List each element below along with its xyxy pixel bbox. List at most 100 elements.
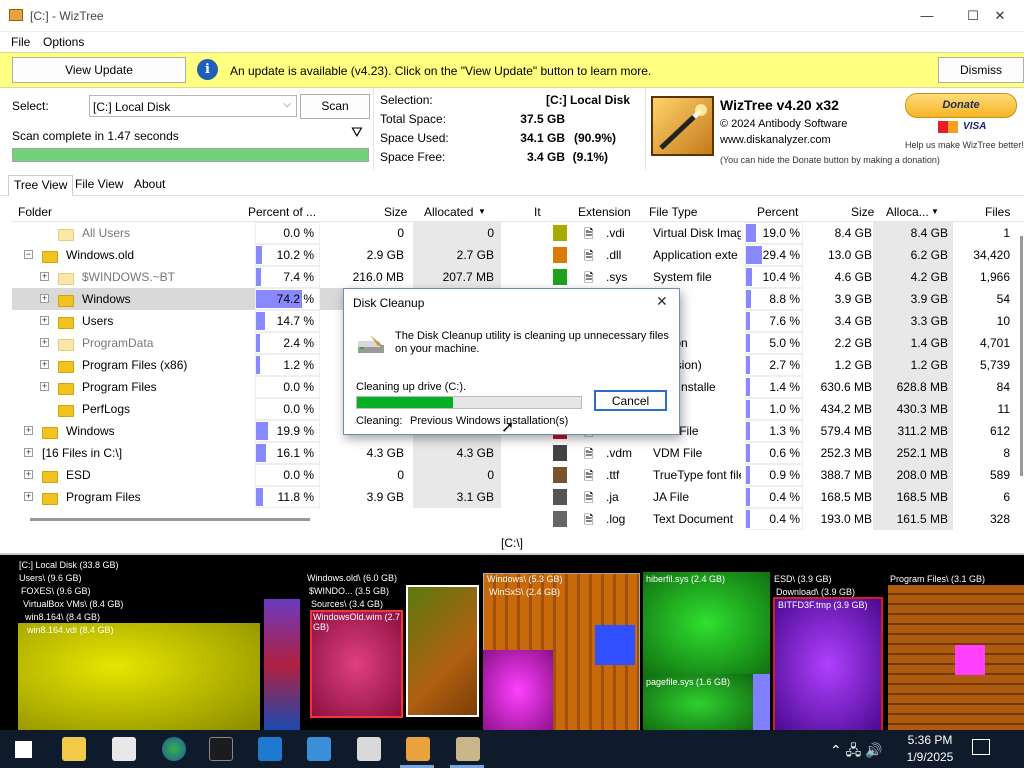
extension-row[interactable]: 🗎 .ttf TrueType font file 0.9 % 388.7 MB 208.… (548, 464, 1018, 486)
extension-vertical-scrollbar[interactable] (1018, 224, 1024, 524)
terminal-icon[interactable] (209, 737, 233, 761)
expand-toggle[interactable]: + (40, 272, 49, 281)
treemap[interactable]: [C:] Local Disk (33.8 GB) Users\ (9.6 GB… (0, 553, 1024, 730)
disk-select[interactable]: [C:] Local Disk ⌵ (89, 95, 297, 117)
extension-name: .vdi (606, 226, 625, 240)
tree-row[interactable]: − Windows.old 10.2 % 2.9 GB 2.7 GB (12, 244, 547, 266)
browser-icon[interactable] (162, 737, 186, 761)
extension-row[interactable]: 🗎 .dll Application exte 29.4 % 13.0 GB 6.2 GB… (548, 244, 1018, 266)
treemap-label: WindowsOld.wim (2.7 GB) (313, 612, 401, 632)
virtualbox-icon[interactable] (258, 737, 282, 761)
column-header-size[interactable]: Size (384, 205, 407, 219)
column-header-percent[interactable]: Percent of ... (248, 205, 316, 219)
selection-value: [C:] Local Disk (545, 93, 630, 107)
extension-row[interactable]: 🗎 .log Text Document 0.4 % 193.0 MB 161.5 MB 3… (548, 508, 1018, 530)
treemap-block[interactable] (753, 674, 770, 730)
donate-help-text: Help us make WizTree better! (905, 140, 1024, 150)
tab-file-view[interactable]: File View (70, 175, 128, 196)
tree-row[interactable]: + $WINDOWS.~BT 7.4 % 216.0 MB 207.7 MB (12, 266, 547, 288)
app-icon[interactable] (307, 737, 331, 761)
expand-toggle[interactable]: + (40, 338, 49, 347)
treemap-block[interactable] (264, 599, 300, 730)
column-header-allocated[interactable]: Allocated (424, 205, 473, 219)
disk-cleanup-taskbar-icon[interactable] (456, 737, 480, 761)
expand-toggle[interactable]: + (24, 492, 33, 501)
cleaning-drive-text: Cleaning up drive (C:). (356, 381, 467, 393)
tree-row[interactable]: + ESD 0.0 % 0 0 (12, 464, 547, 486)
file-explorer-icon[interactable] (62, 737, 86, 761)
expand-toggle[interactable]: + (40, 382, 49, 391)
close-button[interactable]: ✕ (976, 0, 1024, 32)
mail-icon[interactable] (112, 737, 136, 761)
file-type-name: TrueType font file (653, 468, 741, 482)
view-update-button[interactable]: View Update (12, 57, 186, 83)
percent-value: 5.0 % (769, 336, 800, 350)
expand-toggle[interactable]: + (24, 448, 33, 457)
notifications-icon[interactable] (972, 739, 990, 755)
treemap-block-vdi[interactable] (18, 623, 260, 730)
percent-value: 8.8 % (769, 292, 800, 306)
clock-date[interactable]: 1/9/2025 (905, 750, 955, 764)
donate-button[interactable]: Donate (905, 93, 1017, 118)
start-button[interactable] (15, 741, 32, 758)
column-header-folder[interactable]: Folder (18, 205, 52, 219)
extension-row[interactable]: 🗎 .ja JA File 0.4 % 168.5 MB 168.5 MB 6 (548, 486, 1018, 508)
treemap-block-hiberfil[interactable] (643, 572, 770, 674)
percent-value: 1.4 % (769, 380, 800, 394)
expand-toggle[interactable]: − (24, 250, 33, 259)
treemap-label: ESD\ (3.9 GB) (774, 574, 832, 584)
wiztree-taskbar-icon[interactable] (406, 737, 430, 761)
expand-toggle[interactable]: + (24, 426, 33, 435)
folder-icon (58, 359, 74, 373)
expand-toggle[interactable]: + (40, 294, 49, 303)
folder-name: ESD (66, 468, 91, 482)
tree-row[interactable]: + [16 Files in C:\] 16.1 % 4.3 GB 4.3 GB (12, 442, 547, 464)
menu-options[interactable]: Options (43, 35, 84, 49)
menu-file[interactable]: File (11, 35, 30, 49)
treemap-block-tmp[interactable] (773, 597, 883, 730)
column-header-size[interactable]: Size (851, 205, 874, 219)
title-bar: [C:] - WizTree — ☐ ✕ (0, 0, 1024, 32)
color-swatch (553, 511, 567, 527)
mouse-cursor-icon: ➚ (501, 419, 515, 436)
tree-horizontal-scrollbar[interactable] (18, 514, 518, 526)
treemap-label: VirtualBox VMs\ (8.4 GB) (23, 599, 124, 609)
dismiss-button[interactable]: Dismiss (938, 57, 1024, 83)
expand-toggle[interactable]: + (24, 470, 33, 479)
system-tray-icons[interactable]: ⌃ 🖧 🔊 (830, 740, 883, 764)
tree-row[interactable]: + Program Files 11.8 % 3.9 GB 3.1 GB (12, 486, 547, 508)
space-free-label: Space Free: (380, 150, 446, 164)
tab-tree-view[interactable]: Tree View (8, 175, 74, 196)
treemap-block[interactable] (955, 645, 985, 675)
expand-toggle[interactable]: + (40, 316, 49, 325)
space-free-value: 3.4 GB (526, 150, 565, 164)
filter-icon[interactable]: ⛛ (351, 124, 363, 141)
column-header-extension[interactable]: Extension (578, 205, 631, 219)
column-header-percent[interactable]: Percent (757, 205, 798, 219)
disk-icon[interactable] (357, 737, 381, 761)
column-header-file-type[interactable]: File Type (649, 205, 697, 219)
wiztree-logo (651, 96, 714, 156)
tab-about[interactable]: About (129, 175, 170, 196)
color-swatch (553, 489, 567, 505)
expand-toggle[interactable]: + (40, 360, 49, 369)
cleanup-progress-fill (357, 397, 454, 408)
disk-cleanup-icon (356, 333, 386, 357)
column-header-items[interactable]: It (534, 205, 541, 219)
dialog-close-button[interactable]: ✕ (656, 293, 668, 310)
extension-row[interactable]: 🗎 .vdm VDM File 0.6 % 252.3 MB 252.1 MB 8 (548, 442, 1018, 464)
extension-row[interactable]: 🗎 .vdi Virtual Disk Imag 19.0 % 8.4 GB 8.4 GB… (548, 222, 1018, 244)
treemap-block-selected[interactable] (406, 585, 479, 717)
magic-wand-icon (659, 104, 707, 150)
column-header-allocated[interactable]: Alloca... (886, 205, 929, 219)
scan-button[interactable]: Scan (300, 94, 370, 119)
cancel-button[interactable]: Cancel (594, 390, 667, 411)
tree-row[interactable]: All Users 0.0 % 0 0 (12, 222, 547, 244)
extension-row[interactable]: 🗎 .sys System file 10.4 % 4.6 GB 4.2 GB 1,966 (548, 266, 1018, 288)
minimize-button[interactable]: — (904, 0, 950, 32)
treemap-block[interactable] (483, 650, 553, 730)
column-header-files[interactable]: Files (985, 205, 1010, 219)
website-link[interactable]: www.diskanalyzer.com (720, 134, 831, 146)
clock-time[interactable]: 5:36 PM (905, 733, 955, 747)
treemap-block[interactable] (595, 625, 635, 665)
